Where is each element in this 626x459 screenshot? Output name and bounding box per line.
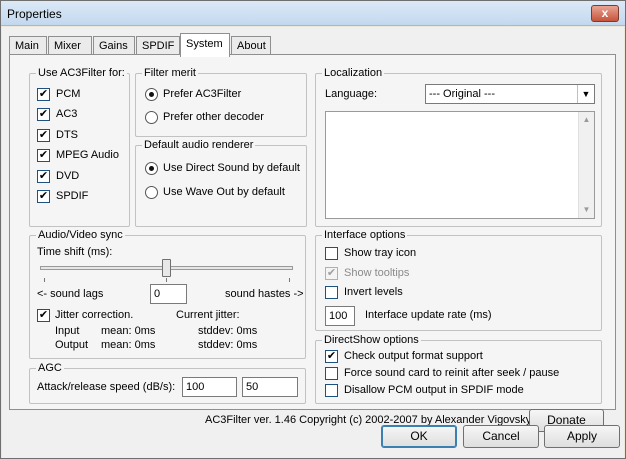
- tab-about[interactable]: About: [231, 36, 271, 56]
- close-button[interactable]: x: [591, 5, 619, 22]
- force-reinit-label: Force sound card to reinit after seek / …: [344, 367, 560, 379]
- release-speed-input[interactable]: 50: [242, 377, 298, 397]
- prefer-ac3filter-radio[interactable]: [145, 88, 158, 101]
- input-label: Input: [55, 325, 80, 337]
- dvd-label: DVD: [56, 170, 80, 182]
- mpeg-audio-label: MPEG Audio: [56, 149, 119, 161]
- check-output-format-checkbox[interactable]: ✔: [325, 350, 338, 363]
- vertical-scrollbar[interactable]: ▲ ▼: [578, 112, 594, 218]
- force-reinit-checkbox[interactable]: [325, 367, 338, 380]
- slider-thumb[interactable]: [162, 259, 171, 277]
- show-tooltips-checkbox[interactable]: ✔: [325, 267, 338, 280]
- wave-out-label: Use Wave Out by default: [163, 186, 285, 198]
- filter-merit-group: Filter merit Prefer AC3Filter Prefer oth…: [135, 67, 307, 137]
- time-shift-label: Time shift (ms):: [37, 246, 113, 258]
- dts-checkbox[interactable]: ✔: [37, 129, 50, 142]
- update-rate-label: Interface update rate (ms): [365, 309, 492, 321]
- spdif-checkbox[interactable]: ✔: [37, 190, 50, 203]
- spdif-label: SPDIF: [56, 190, 89, 202]
- prefer-other-decoder-radio[interactable]: [145, 111, 158, 124]
- title-bar: Properties x: [1, 1, 625, 26]
- directshow-options-title: DirectShow options: [322, 334, 421, 346]
- tab-system[interactable]: System: [180, 33, 230, 57]
- ok-button[interactable]: OK: [381, 425, 457, 448]
- use-ac3filter-group: Use AC3Filter for: ✔ PCM ✔ AC3 ✔ DTS ✔ M…: [29, 67, 130, 227]
- show-tooltips-label: Show tooltips: [344, 267, 410, 279]
- pcm-label: PCM: [56, 88, 81, 100]
- slider-tick: [289, 278, 290, 282]
- mpeg-audio-checkbox[interactable]: ✔: [37, 149, 50, 162]
- language-value: --- Original ---: [429, 88, 495, 100]
- invert-levels-checkbox[interactable]: [325, 286, 338, 299]
- current-jitter-label: Current jitter:: [176, 309, 240, 321]
- sound-hastes-label: sound hastes ->: [225, 288, 304, 300]
- cancel-button[interactable]: Cancel: [463, 425, 539, 448]
- chevron-down-icon[interactable]: ▼: [577, 85, 594, 103]
- attack-speed-input[interactable]: 100: [182, 377, 237, 397]
- output-stddev: stddev: 0ms: [198, 339, 258, 351]
- direct-sound-radio[interactable]: [145, 162, 158, 175]
- input-stddev: stddev: 0ms: [198, 325, 258, 337]
- directshow-options-group: DirectShow options ✔ Check output format…: [315, 334, 602, 404]
- scroll-down-icon[interactable]: ▼: [579, 202, 594, 218]
- slider-tick: [44, 278, 45, 282]
- dialog-client: Main Mixer Gains SPDIF System About Use …: [2, 27, 624, 458]
- ac3-checkbox[interactable]: ✔: [37, 108, 50, 121]
- language-label: Language:: [325, 88, 377, 100]
- ac3-label: AC3: [56, 108, 78, 120]
- agc-group: AGC Attack/release speed (dB/s): 100 50: [29, 362, 306, 404]
- attack-release-label: Attack/release speed (dB/s):: [37, 381, 176, 393]
- output-label: Output: [55, 339, 89, 351]
- agc-title: AGC: [36, 362, 64, 374]
- show-tray-icon-checkbox[interactable]: [325, 247, 338, 260]
- localization-group: Localization Language: --- Original --- …: [315, 67, 602, 227]
- scroll-up-icon[interactable]: ▲: [579, 112, 594, 128]
- filter-merit-title: Filter merit: [142, 67, 198, 79]
- update-rate-input[interactable]: 100: [325, 306, 355, 326]
- tab-gains[interactable]: Gains: [93, 36, 135, 56]
- slider-tick: [166, 278, 167, 282]
- wave-out-radio[interactable]: [145, 186, 158, 199]
- window-title: Properties: [7, 7, 62, 21]
- interface-options-title: Interface options: [322, 229, 408, 241]
- localization-info-box[interactable]: ▲ ▼: [325, 111, 595, 219]
- av-sync-title: Audio/Video sync: [36, 229, 125, 241]
- interface-options-group: Interface options Show tray icon ✔ Show …: [315, 229, 602, 331]
- audio-renderer-title: Default audio renderer: [142, 139, 256, 151]
- disallow-pcm-checkbox[interactable]: [325, 384, 338, 397]
- use-ac3filter-title: Use AC3Filter for:: [36, 67, 127, 79]
- prefer-other-decoder-label: Prefer other decoder: [163, 111, 264, 123]
- properties-window: Properties x Main Mixer Gains SPDIF Syst…: [0, 0, 626, 459]
- check-output-format-label: Check output format support: [344, 350, 483, 362]
- apply-button[interactable]: Apply: [544, 425, 620, 448]
- audio-renderer-group: Default audio renderer Use Direct Sound …: [135, 139, 307, 227]
- language-select[interactable]: --- Original --- ▼: [425, 84, 595, 104]
- pcm-checkbox[interactable]: ✔: [37, 88, 50, 101]
- system-tab-panel: Use AC3Filter for: ✔ PCM ✔ AC3 ✔ DTS ✔ M…: [9, 54, 616, 432]
- tab-spdif[interactable]: SPDIF: [136, 36, 180, 56]
- sound-lags-label: <- sound lags: [37, 288, 104, 300]
- prefer-ac3filter-label: Prefer AC3Filter: [163, 88, 242, 100]
- av-sync-group: Audio/Video sync Time shift (ms): <- sou…: [29, 229, 306, 359]
- input-mean: mean: 0ms: [101, 325, 156, 337]
- time-shift-input[interactable]: 0: [150, 284, 187, 304]
- invert-levels-label: Invert levels: [344, 286, 403, 298]
- disallow-pcm-label: Disallow PCM output in SPDIF mode: [344, 384, 524, 396]
- jitter-correction-label: Jitter correction.: [55, 309, 134, 321]
- direct-sound-label: Use Direct Sound by default: [163, 162, 300, 174]
- jitter-correction-checkbox[interactable]: ✔: [37, 309, 50, 322]
- dts-label: DTS: [56, 129, 78, 141]
- show-tray-icon-label: Show tray icon: [344, 247, 417, 259]
- tab-main[interactable]: Main: [9, 36, 47, 56]
- tab-mixer[interactable]: Mixer: [48, 36, 92, 56]
- output-mean: mean: 0ms: [101, 339, 156, 351]
- localization-title: Localization: [322, 67, 385, 79]
- dvd-checkbox[interactable]: ✔: [37, 170, 50, 183]
